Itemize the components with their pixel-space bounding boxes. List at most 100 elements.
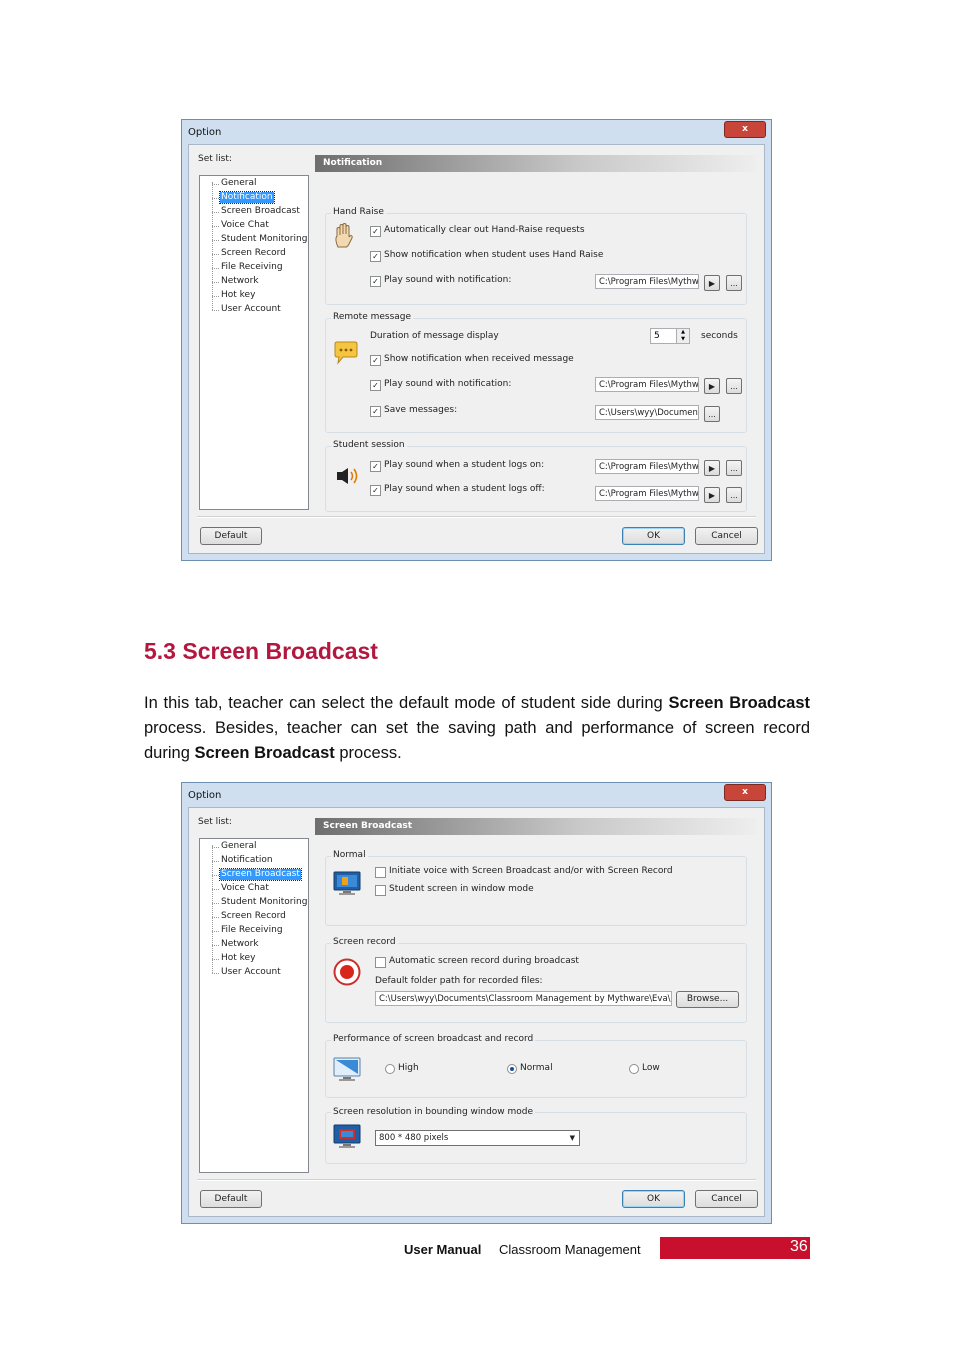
performance-high-radio[interactable] [385,1064,395,1074]
save-messages-checkbox[interactable]: ✓ [370,406,381,417]
monitor-resolution-icon [333,1124,361,1148]
title-bar: Option x [182,783,771,807]
logoff-sound-checkbox[interactable]: ✓ [370,485,381,496]
tree-item-notification[interactable]: Notification [219,191,275,204]
message-play-button[interactable]: ▶ [704,378,720,394]
record-icon [333,958,361,986]
logon-sound-path[interactable]: C:\Program Files\Mythw [595,459,699,474]
tree-item-file-receiving[interactable]: File Receiving [220,262,284,273]
logoff-sound-label: Play sound when a student logs off: [384,484,545,494]
footer-product: Classroom Management [499,1242,641,1257]
save-messages-label: Save messages: [384,405,458,415]
initiate-voice-checkbox[interactable] [375,867,386,878]
tree-item-voice-chat[interactable]: Voice Chat [220,220,270,231]
auto-record-label: Automatic screen record during broadcast [389,956,579,966]
play-sound-checkbox[interactable]: ✓ [370,276,381,287]
para-text-3: process. [334,744,402,762]
logon-play-button[interactable]: ▶ [704,460,720,476]
record-folder-path[interactable]: C:\Users\wyy\Documents\Classroom Managem… [375,991,672,1006]
logoff-browse-button[interactable]: ... [726,487,742,503]
section-paragraph: In this tab, teacher can select the defa… [144,691,810,766]
tree-item-general[interactable]: General [220,178,257,189]
play-sound-label: Play sound with notification: [384,275,512,285]
title-bar: Option x [182,120,771,144]
page-number: 36 [790,1238,808,1255]
monitor-broadcast-icon [333,871,361,895]
show-message-notification-checkbox[interactable]: ✓ [370,355,381,366]
message-browse-button[interactable]: ... [726,378,742,394]
tree-item-screen-broadcast[interactable]: Screen Broadcast [220,206,301,217]
section-heading: 5.3 Screen Broadcast [144,638,378,664]
default-button[interactable]: Default [200,527,262,545]
tree-item-user-account[interactable]: User Account [220,304,282,315]
tree-item-student-monitoring[interactable]: Student Monitoring [220,897,308,908]
save-messages-browse-button[interactable]: ... [704,406,720,422]
tree-item-screen-record[interactable]: Screen Record [220,911,287,922]
play-button[interactable]: ▶ [704,275,720,291]
message-sound-path[interactable]: C:\Program Files\Mythw [595,377,699,392]
cancel-button[interactable]: Cancel [695,527,758,545]
window-mode-label: Student screen in window mode [389,884,534,894]
browse-folder-button[interactable]: Browse... [676,991,739,1008]
screen-record-title: Screen record [331,937,398,947]
footer-separator [197,516,756,518]
tree-item-notification[interactable]: Notification [220,855,274,866]
footer-separator [197,1179,756,1181]
performance-low-label: Low [642,1063,660,1073]
performance-title: Performance of screen broadcast and reco… [331,1034,536,1044]
save-messages-path[interactable]: C:\Users\wyy\Documen [595,405,699,420]
resolution-value: 800 * 480 pixels [379,1133,449,1143]
tree-item-voice-chat[interactable]: Voice Chat [220,883,270,894]
show-notification-label: Show notification when student uses Hand… [384,250,604,260]
resolution-title: Screen resolution in bounding window mod… [331,1107,536,1117]
logon-sound-checkbox[interactable]: ✓ [370,461,381,472]
tree-item-screen-record[interactable]: Screen Record [220,248,287,259]
para-bold-1: Screen Broadcast [668,694,810,712]
auto-record-checkbox[interactable] [375,957,386,968]
performance-low-radio[interactable] [629,1064,639,1074]
message-play-sound-label: Play sound with notification: [384,379,512,389]
performance-normal-radio[interactable] [507,1064,517,1074]
tree-item-student-monitoring[interactable]: Student Monitoring [220,234,308,245]
hand-raise-title: Hand Raise [331,207,386,217]
para-bold-2: Screen Broadcast [194,744,335,762]
window-mode-checkbox[interactable] [375,885,386,896]
tree-item-network[interactable]: Network [220,276,260,287]
normal-title: Normal [331,850,368,860]
tree-item-network[interactable]: Network [220,939,260,950]
option-dialog-notification: Option x Set list: General Notification … [181,119,772,561]
default-button[interactable]: Default [200,1190,262,1208]
tree-item-general[interactable]: General [220,841,257,852]
ok-button[interactable]: OK [622,527,685,545]
auto-clear-checkbox[interactable]: ✓ [370,226,381,237]
show-message-notification-label: Show notification when received message [384,354,574,364]
show-notification-checkbox[interactable]: ✓ [370,251,381,262]
close-button[interactable]: x [724,784,766,801]
message-play-sound-checkbox[interactable]: ✓ [370,380,381,391]
tree-item-hot-key[interactable]: Hot key [220,290,256,301]
setlist-label: Set list: [198,154,232,164]
cancel-button[interactable]: Cancel [695,1190,758,1208]
close-button[interactable]: x [724,121,766,138]
dialog-client: Set list: General Notification Screen Br… [188,807,765,1217]
duration-spinner[interactable]: 5 ▲ ▼ [650,328,690,344]
ok-button[interactable]: OK [622,1190,685,1208]
message-bubble-icon [334,341,358,365]
tree-item-file-receiving[interactable]: File Receiving [220,925,284,936]
logoff-sound-path[interactable]: C:\Program Files\Mythw [595,486,699,501]
browse-button[interactable]: ... [726,275,742,291]
performance-high-label: High [398,1063,419,1073]
tree-item-user-account[interactable]: User Account [220,967,282,978]
tree-item-screen-broadcast[interactable]: Screen Broadcast [219,868,302,881]
logon-browse-button[interactable]: ... [726,460,742,476]
monitor-performance-icon [333,1057,361,1081]
resolution-select[interactable]: 800 * 480 pixels ▼ [375,1130,580,1146]
seconds-label: seconds [701,331,738,341]
logoff-play-button[interactable]: ▶ [704,487,720,503]
tree-item-hot-key[interactable]: Hot key [220,953,256,964]
setlist-label: Set list: [198,817,232,827]
auto-clear-label: Automatically clear out Hand-Raise reque… [384,225,585,235]
dialog-client: Set list: General Notification Screen Br… [188,144,765,554]
footer-bar [660,1237,810,1259]
hand-raise-sound-path[interactable]: C:\Program Files\Mythw [595,274,699,289]
